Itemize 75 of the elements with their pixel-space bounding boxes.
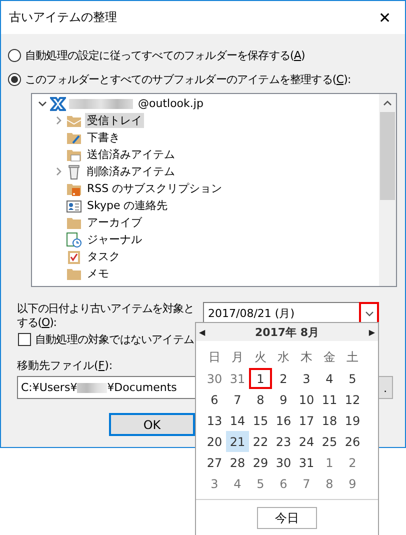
option-label: このフォルダーとすべてのサブフォルダーのアイテムを整理する(C): [25,72,351,86]
next-month-button[interactable]: ▶ [368,328,375,336]
weekday-label: 土 [346,349,360,366]
weekday-label: 月 [230,349,244,366]
radio-button[interactable] [8,48,21,62]
calendar-day[interactable]: 28 [226,452,249,473]
weekday-label: 木 [300,349,314,366]
weekday-label: 金 [322,349,336,366]
folder-label[interactable]: Skype の連絡先 [85,198,170,213]
date-label: 以下の日付より古いアイテムを対象と する(O): [17,302,195,330]
calendar-day[interactable]: 26 [341,431,364,452]
today-button[interactable]: 今日 [257,507,317,529]
calendar-day[interactable]: 1 [318,452,341,473]
calendar-day[interactable]: 13 [203,410,226,431]
weekday-label: 水 [276,349,290,366]
folder-label[interactable]: 送信済みアイテム [85,147,177,162]
file-label: 移動先ファイル(F): [17,359,113,372]
folder-label[interactable]: 削除済みアイテム [85,164,177,179]
calendar-day[interactable]: 24 [295,431,318,452]
trash-icon [66,164,82,180]
calendar-day[interactable]: 31 [295,452,318,473]
calendar-day[interactable]: 15 [249,410,272,431]
calendar-day[interactable]: 14 [226,410,249,431]
folder-label[interactable]: メモ [85,266,111,281]
chevron-right-icon[interactable] [54,116,63,125]
calendar-day[interactable]: 9 [341,473,364,494]
calendar-day[interactable]: 5 [249,473,272,494]
chevron-down-icon [364,310,374,316]
calendar-day[interactable]: 17 [295,410,318,431]
calendar-day[interactable]: 27 [203,452,226,473]
calendar-day[interactable]: 1 [249,368,272,389]
clock-icon [66,232,82,248]
chevron-down-icon[interactable] [38,99,47,108]
checkbox-label: 自動処理の対象ではないアイテム [35,332,194,346]
calendar-day[interactable]: 23 [272,431,295,452]
blurred-text [69,98,133,108]
ok-button[interactable]: OK [109,413,195,436]
window-title: 古いアイテムの整理 [9,9,117,26]
checkbox[interactable] [18,332,31,346]
calendar-day[interactable]: 21 [226,431,249,452]
calendar-day[interactable]: 6 [272,473,295,494]
calendar-day[interactable]: 22 [249,431,272,452]
calendar-day[interactable]: 29 [249,452,272,473]
close-button[interactable]: ✕ [365,2,405,32]
calendar-day[interactable]: 4 [226,473,249,494]
calendar-day[interactable]: 3 [203,473,226,494]
calendar-day[interactable]: 18 [318,410,341,431]
folder-label[interactable]: 下書き [85,130,122,145]
radio-button[interactable] [8,72,21,86]
calendar-day[interactable]: 8 [318,473,341,494]
chevron-right-icon[interactable] [54,167,63,176]
calendar-day[interactable]: 30 [272,452,295,473]
month-title: 2017年 8月 [254,324,320,340]
dropdown-button[interactable] [360,303,378,324]
calendar-day[interactable]: 7 [295,473,318,494]
contact-card-icon [66,198,82,214]
calendar-day[interactable]: 20 [203,431,226,452]
folder-label[interactable]: ジャーナル [85,232,144,247]
calendar-day[interactable]: 25 [318,431,341,452]
exchange-icon [50,96,66,112]
folder-label[interactable]: 受信トレイ [85,113,144,128]
scrollbar[interactable] [379,94,396,286]
folder-label[interactable]: タスク [85,249,122,264]
calendar-day[interactable]: 19 [341,410,364,431]
previous-month-button[interactable]: ◀ [199,328,206,336]
weekday-label: 火 [254,349,268,366]
folder-label[interactable]: RSS のサブスクリプション [85,181,224,196]
calendar-day[interactable]: 2 [341,452,364,473]
scroll-up-icon[interactable] [383,100,392,106]
account-label[interactable]: @outlook.jp [136,97,206,110]
weekday-label: 日 [208,349,222,366]
clipboard-icon [66,248,82,264]
folder-label[interactable]: アーカイブ [85,215,144,230]
calendar-day[interactable]: 16 [272,410,295,431]
option-label: 自動処理の設定に従ってすべてのフォルダーを保存する(A) [25,48,305,62]
